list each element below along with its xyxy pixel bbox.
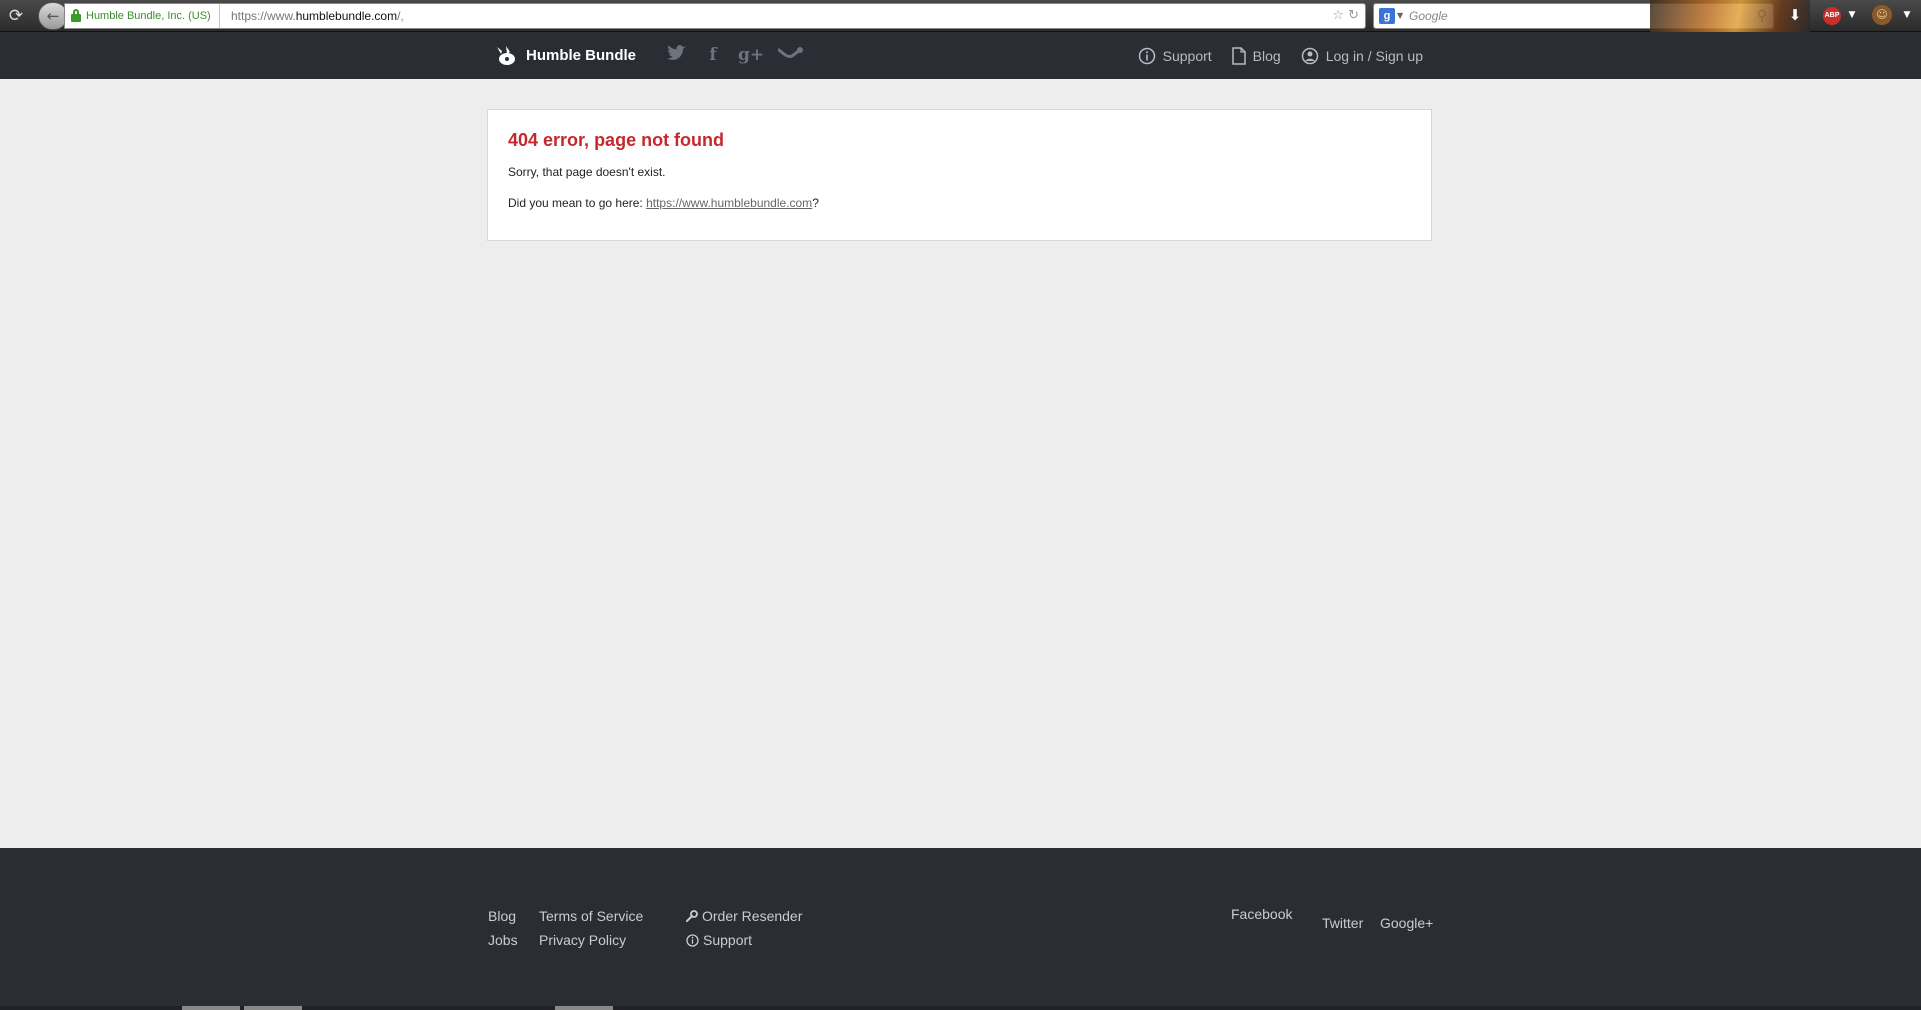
taskbar-item[interactable] xyxy=(182,1006,240,1010)
footer-terms-link[interactable]: Terms of Service xyxy=(539,908,643,924)
suggestion-prefix: Did you mean to go here: xyxy=(508,196,647,210)
footer-twitter-link[interactable]: Twitter xyxy=(1322,915,1363,931)
header-nav: Support Blog Log in / Sign up xyxy=(1138,32,1423,79)
wrench-icon xyxy=(686,910,698,922)
url-suffix: /, xyxy=(397,9,404,23)
url-bar-icons: ☆ ↻ xyxy=(1332,4,1359,28)
info-icon xyxy=(686,933,699,947)
greasemonkey-icon[interactable]: ☺ xyxy=(1872,5,1892,25)
footer-support-label: Support xyxy=(703,932,753,948)
header-social-icons: f g+ xyxy=(666,32,804,79)
document-icon xyxy=(1231,46,1246,65)
footer-support-link[interactable]: Support xyxy=(686,932,752,948)
lock-icon xyxy=(71,8,81,22)
url-text[interactable]: https://www.humblebundle.com/, xyxy=(231,4,404,28)
google-icon[interactable]: g xyxy=(1379,8,1395,24)
error-suggestion: Did you mean to go here: https://www.hum… xyxy=(508,196,1411,210)
taskbar-item[interactable] xyxy=(244,1006,302,1010)
url-reload-icon[interactable]: ↻ xyxy=(1348,8,1359,23)
footer-blog-link[interactable]: Blog xyxy=(488,908,516,924)
user-icon xyxy=(1301,47,1318,64)
steam-shape-icon xyxy=(777,47,804,58)
twitter-icon[interactable] xyxy=(666,32,688,79)
search-placeholder: Google xyxy=(1409,9,1448,23)
footer-facebook-link[interactable]: Facebook xyxy=(1231,906,1292,922)
support-link[interactable]: Support xyxy=(1138,47,1212,65)
address-bar[interactable]: Humble Bundle, Inc. (US) https://www.hum… xyxy=(64,3,1366,29)
suggestion-suffix: ? xyxy=(812,196,819,210)
google-plus-icon[interactable]: g+ xyxy=(738,32,764,79)
browser-toolbar: ⟳ ← Humble Bundle, Inc. (US) https://www… xyxy=(0,0,1921,32)
brand-link[interactable]: Humble Bundle xyxy=(494,32,636,79)
page-title: 404 error, page not found xyxy=(508,130,725,150)
brand-name: Humble Bundle xyxy=(526,47,637,64)
site-header: Humble Bundle f g+ Support Blog Log in /… xyxy=(0,32,1921,79)
info-icon xyxy=(1138,47,1155,64)
footer-privacy-link[interactable]: Privacy Policy xyxy=(539,932,626,948)
url-prefix: https://www. xyxy=(231,9,296,23)
reload-icon[interactable]: ⟳ xyxy=(5,5,27,27)
order-resender-label: Order Resender xyxy=(702,908,803,924)
bookmark-star-icon[interactable]: ☆ xyxy=(1332,8,1344,23)
greasemonkey-dropdown-icon[interactable]: ▼ xyxy=(1896,4,1918,26)
login-label: Log in / Sign up xyxy=(1325,47,1423,64)
twitter-bird-icon xyxy=(667,45,686,60)
steam-icon[interactable] xyxy=(777,32,804,79)
suggestion-link[interactable]: https://www.humblebundle.com xyxy=(646,196,812,210)
footer-order-resender-link[interactable]: Order Resender xyxy=(686,908,802,924)
site-footer: Blog Jobs Terms of Service Privacy Polic… xyxy=(0,848,1921,1010)
adblock-dropdown-icon[interactable]: ▼ xyxy=(1841,4,1863,26)
taskbar-item[interactable] xyxy=(555,1006,613,1010)
blog-label: Blog xyxy=(1252,47,1281,64)
back-arrow-icon: ← xyxy=(46,7,60,25)
facebook-icon[interactable]: f xyxy=(702,32,724,79)
login-link[interactable]: Log in / Sign up xyxy=(1301,47,1423,65)
error-panel: 404 error, page not found Sorry, that pa… xyxy=(487,109,1432,241)
blog-link[interactable]: Blog xyxy=(1231,46,1281,65)
site-identity-label: Humble Bundle, Inc. (US) xyxy=(86,10,211,22)
adblock-icon[interactable]: ABP xyxy=(1823,7,1841,25)
support-label: Support xyxy=(1162,47,1212,64)
humble-bundle-logo-icon xyxy=(497,45,515,65)
footer-jobs-link[interactable]: Jobs xyxy=(488,932,518,948)
engine-dropdown-icon[interactable]: ▼ xyxy=(1397,4,1403,28)
footer-googleplus-link[interactable]: Google+ xyxy=(1380,915,1433,931)
site-identity[interactable]: Humble Bundle, Inc. (US) xyxy=(71,4,220,28)
url-domain: humblebundle.com xyxy=(295,9,398,23)
download-icon[interactable]: ⬇ xyxy=(1784,4,1806,26)
error-message: Sorry, that page doesn't exist. xyxy=(508,165,666,179)
